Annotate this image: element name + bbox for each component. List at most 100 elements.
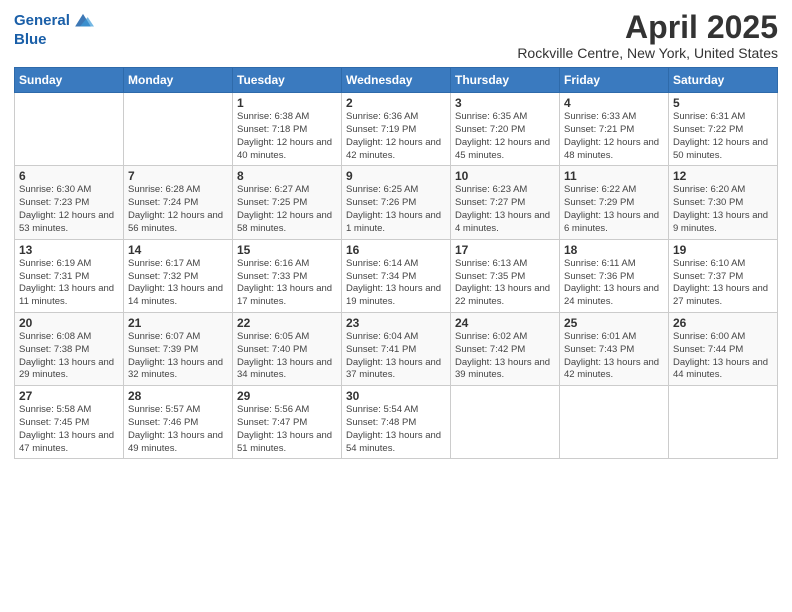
day-info: Sunrise: 5:54 AMSunset: 7:48 PMDaylight:…	[346, 404, 446, 455]
header: General Blue April 2025 Rockville Centre…	[14, 10, 778, 61]
day-number: 11	[564, 169, 664, 183]
logo-text: General	[14, 13, 70, 30]
calendar-cell: 12Sunrise: 6:20 AMSunset: 7:30 PMDayligh…	[669, 166, 778, 239]
day-info: Sunrise: 6:02 AMSunset: 7:42 PMDaylight:…	[455, 331, 555, 382]
day-info: Sunrise: 6:33 AMSunset: 7:21 PMDaylight:…	[564, 111, 664, 162]
day-info: Sunrise: 6:17 AMSunset: 7:32 PMDaylight:…	[128, 258, 228, 309]
calendar-cell: 29Sunrise: 5:56 AMSunset: 7:47 PMDayligh…	[233, 386, 342, 459]
day-number: 16	[346, 243, 446, 257]
day-number: 13	[19, 243, 119, 257]
calendar-cell: 24Sunrise: 6:02 AMSunset: 7:42 PMDayligh…	[451, 312, 560, 385]
calendar-table: Sunday Monday Tuesday Wednesday Thursday…	[14, 67, 778, 459]
col-sunday: Sunday	[15, 68, 124, 93]
calendar-cell	[451, 386, 560, 459]
col-thursday: Thursday	[451, 68, 560, 93]
day-number: 5	[673, 96, 773, 110]
day-number: 19	[673, 243, 773, 257]
day-info: Sunrise: 5:57 AMSunset: 7:46 PMDaylight:…	[128, 404, 228, 455]
logo-icon	[72, 10, 94, 32]
calendar-cell: 5Sunrise: 6:31 AMSunset: 7:22 PMDaylight…	[669, 93, 778, 166]
calendar-cell: 7Sunrise: 6:28 AMSunset: 7:24 PMDaylight…	[124, 166, 233, 239]
col-tuesday: Tuesday	[233, 68, 342, 93]
day-number: 7	[128, 169, 228, 183]
day-number: 28	[128, 389, 228, 403]
calendar-cell: 28Sunrise: 5:57 AMSunset: 7:46 PMDayligh…	[124, 386, 233, 459]
day-info: Sunrise: 6:13 AMSunset: 7:35 PMDaylight:…	[455, 258, 555, 309]
day-number: 25	[564, 316, 664, 330]
calendar-week-row: 13Sunrise: 6:19 AMSunset: 7:31 PMDayligh…	[15, 239, 778, 312]
calendar-cell: 18Sunrise: 6:11 AMSunset: 7:36 PMDayligh…	[560, 239, 669, 312]
day-info: Sunrise: 6:19 AMSunset: 7:31 PMDaylight:…	[19, 258, 119, 309]
calendar-cell: 15Sunrise: 6:16 AMSunset: 7:33 PMDayligh…	[233, 239, 342, 312]
day-info: Sunrise: 5:58 AMSunset: 7:45 PMDaylight:…	[19, 404, 119, 455]
day-info: Sunrise: 6:08 AMSunset: 7:38 PMDaylight:…	[19, 331, 119, 382]
calendar-cell: 2Sunrise: 6:36 AMSunset: 7:19 PMDaylight…	[342, 93, 451, 166]
day-number: 18	[564, 243, 664, 257]
calendar-cell: 19Sunrise: 6:10 AMSunset: 7:37 PMDayligh…	[669, 239, 778, 312]
calendar-header-row: Sunday Monday Tuesday Wednesday Thursday…	[15, 68, 778, 93]
day-info: Sunrise: 6:22 AMSunset: 7:29 PMDaylight:…	[564, 184, 664, 235]
day-number: 10	[455, 169, 555, 183]
day-number: 23	[346, 316, 446, 330]
day-number: 21	[128, 316, 228, 330]
day-number: 29	[237, 389, 337, 403]
calendar-cell: 13Sunrise: 6:19 AMSunset: 7:31 PMDayligh…	[15, 239, 124, 312]
day-number: 24	[455, 316, 555, 330]
day-info: Sunrise: 6:07 AMSunset: 7:39 PMDaylight:…	[128, 331, 228, 382]
logo-text2: Blue	[14, 32, 94, 49]
calendar-cell: 11Sunrise: 6:22 AMSunset: 7:29 PMDayligh…	[560, 166, 669, 239]
day-info: Sunrise: 6:01 AMSunset: 7:43 PMDaylight:…	[564, 331, 664, 382]
day-info: Sunrise: 6:28 AMSunset: 7:24 PMDaylight:…	[128, 184, 228, 235]
col-saturday: Saturday	[669, 68, 778, 93]
day-info: Sunrise: 6:00 AMSunset: 7:44 PMDaylight:…	[673, 331, 773, 382]
col-monday: Monday	[124, 68, 233, 93]
day-info: Sunrise: 6:25 AMSunset: 7:26 PMDaylight:…	[346, 184, 446, 235]
calendar-cell: 22Sunrise: 6:05 AMSunset: 7:40 PMDayligh…	[233, 312, 342, 385]
day-number: 27	[19, 389, 119, 403]
subtitle: Rockville Centre, New York, United State…	[517, 45, 778, 61]
day-info: Sunrise: 5:56 AMSunset: 7:47 PMDaylight:…	[237, 404, 337, 455]
day-number: 15	[237, 243, 337, 257]
day-number: 26	[673, 316, 773, 330]
calendar-cell: 26Sunrise: 6:00 AMSunset: 7:44 PMDayligh…	[669, 312, 778, 385]
calendar-cell: 30Sunrise: 5:54 AMSunset: 7:48 PMDayligh…	[342, 386, 451, 459]
day-number: 17	[455, 243, 555, 257]
calendar-cell: 25Sunrise: 6:01 AMSunset: 7:43 PMDayligh…	[560, 312, 669, 385]
day-number: 14	[128, 243, 228, 257]
calendar-cell: 8Sunrise: 6:27 AMSunset: 7:25 PMDaylight…	[233, 166, 342, 239]
calendar-cell	[560, 386, 669, 459]
day-info: Sunrise: 6:16 AMSunset: 7:33 PMDaylight:…	[237, 258, 337, 309]
day-number: 6	[19, 169, 119, 183]
day-info: Sunrise: 6:30 AMSunset: 7:23 PMDaylight:…	[19, 184, 119, 235]
day-number: 1	[237, 96, 337, 110]
calendar-cell	[124, 93, 233, 166]
calendar-cell: 6Sunrise: 6:30 AMSunset: 7:23 PMDaylight…	[15, 166, 124, 239]
day-info: Sunrise: 6:27 AMSunset: 7:25 PMDaylight:…	[237, 184, 337, 235]
col-friday: Friday	[560, 68, 669, 93]
calendar-week-row: 1Sunrise: 6:38 AMSunset: 7:18 PMDaylight…	[15, 93, 778, 166]
day-info: Sunrise: 6:36 AMSunset: 7:19 PMDaylight:…	[346, 111, 446, 162]
calendar-cell: 23Sunrise: 6:04 AMSunset: 7:41 PMDayligh…	[342, 312, 451, 385]
day-info: Sunrise: 6:35 AMSunset: 7:20 PMDaylight:…	[455, 111, 555, 162]
page: General Blue April 2025 Rockville Centre…	[0, 0, 792, 612]
calendar-cell: 16Sunrise: 6:14 AMSunset: 7:34 PMDayligh…	[342, 239, 451, 312]
day-number: 8	[237, 169, 337, 183]
calendar-cell: 1Sunrise: 6:38 AMSunset: 7:18 PMDaylight…	[233, 93, 342, 166]
calendar-cell: 10Sunrise: 6:23 AMSunset: 7:27 PMDayligh…	[451, 166, 560, 239]
col-wednesday: Wednesday	[342, 68, 451, 93]
calendar-week-row: 6Sunrise: 6:30 AMSunset: 7:23 PMDaylight…	[15, 166, 778, 239]
day-info: Sunrise: 6:10 AMSunset: 7:37 PMDaylight:…	[673, 258, 773, 309]
day-info: Sunrise: 6:04 AMSunset: 7:41 PMDaylight:…	[346, 331, 446, 382]
calendar-cell: 4Sunrise: 6:33 AMSunset: 7:21 PMDaylight…	[560, 93, 669, 166]
day-number: 4	[564, 96, 664, 110]
calendar-week-row: 27Sunrise: 5:58 AMSunset: 7:45 PMDayligh…	[15, 386, 778, 459]
day-number: 12	[673, 169, 773, 183]
calendar-cell: 27Sunrise: 5:58 AMSunset: 7:45 PMDayligh…	[15, 386, 124, 459]
calendar-cell: 21Sunrise: 6:07 AMSunset: 7:39 PMDayligh…	[124, 312, 233, 385]
day-info: Sunrise: 6:31 AMSunset: 7:22 PMDaylight:…	[673, 111, 773, 162]
calendar-cell	[15, 93, 124, 166]
calendar-cell: 17Sunrise: 6:13 AMSunset: 7:35 PMDayligh…	[451, 239, 560, 312]
day-info: Sunrise: 6:11 AMSunset: 7:36 PMDaylight:…	[564, 258, 664, 309]
day-info: Sunrise: 6:23 AMSunset: 7:27 PMDaylight:…	[455, 184, 555, 235]
calendar-cell: 3Sunrise: 6:35 AMSunset: 7:20 PMDaylight…	[451, 93, 560, 166]
